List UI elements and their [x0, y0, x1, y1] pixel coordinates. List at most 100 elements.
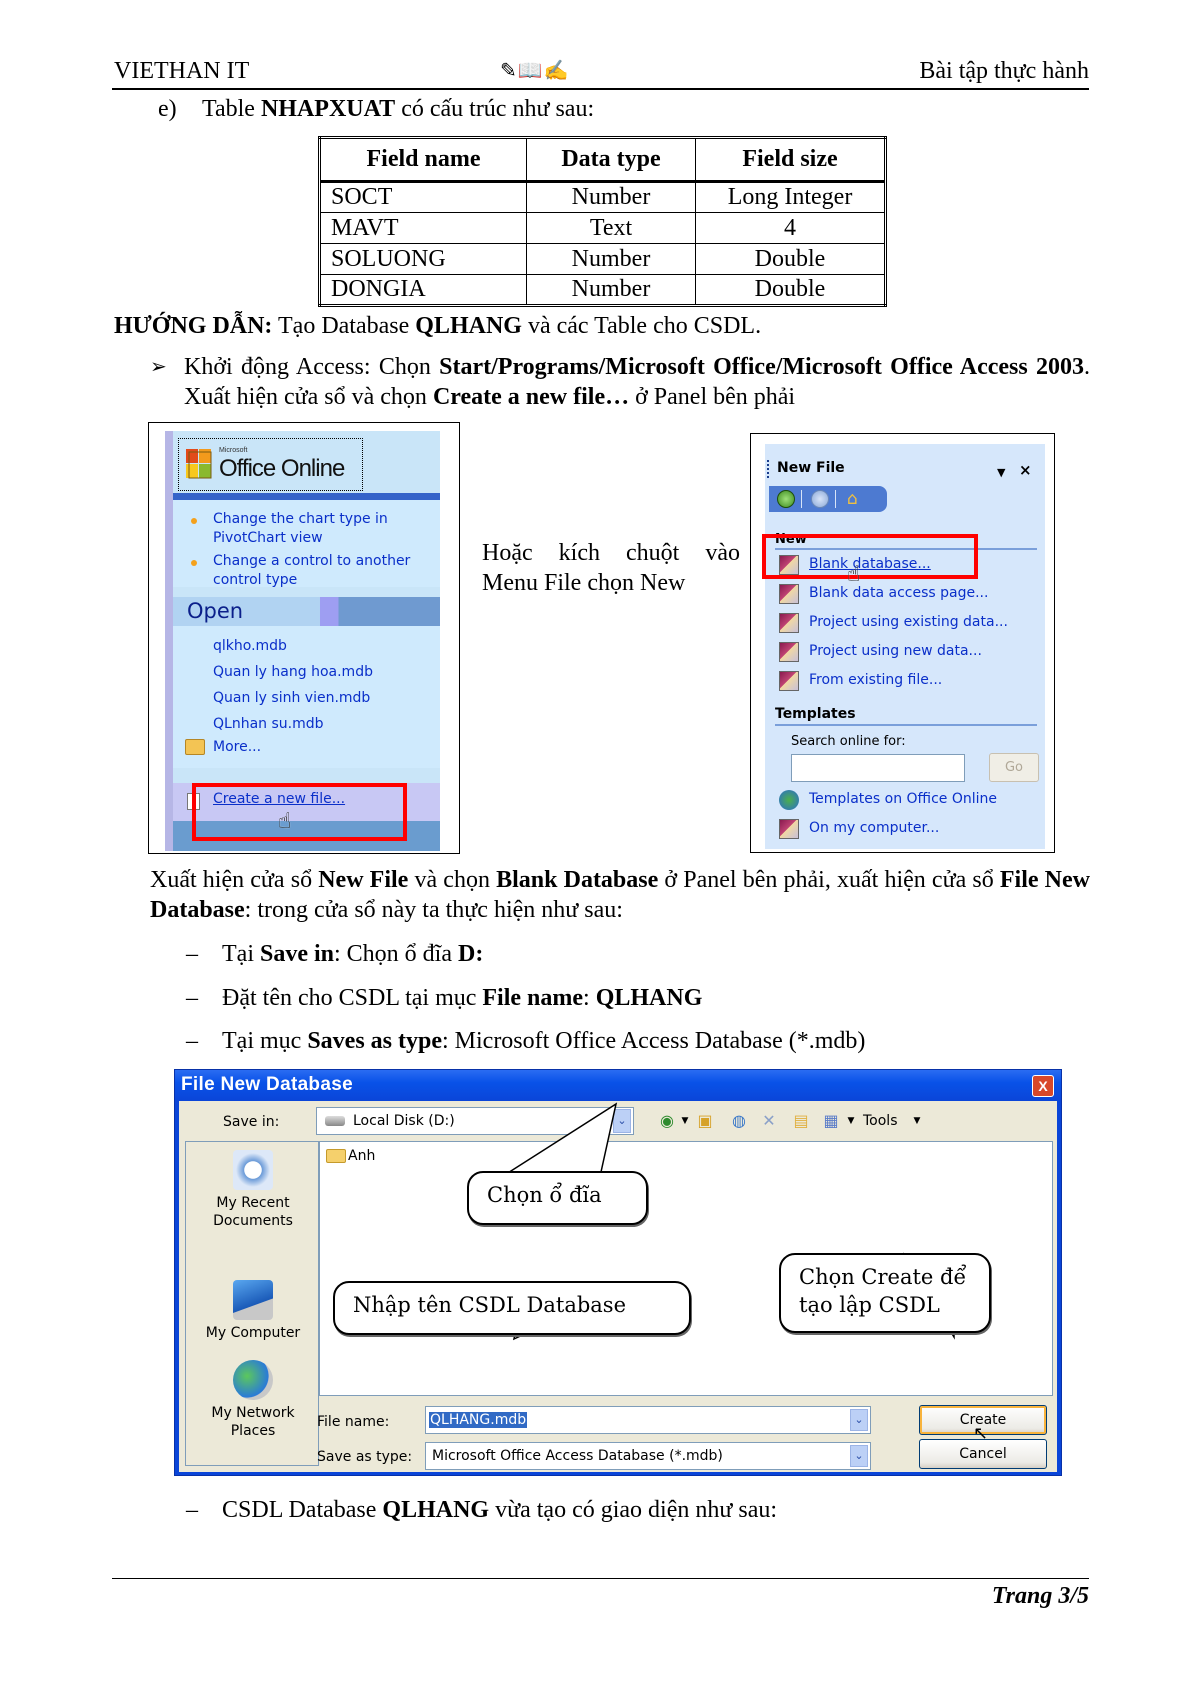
file-name-input[interactable]: QLHANG.mdb ⌄	[425, 1406, 871, 1434]
office-start-panel-screenshot: Microsoft Office Online Change the chart…	[148, 422, 460, 854]
save-as-type-value: Microsoft Office Access Database (*.mdb)	[432, 1448, 723, 1464]
text: Tại	[222, 941, 260, 967]
logo-microsoft: Microsoft	[219, 447, 248, 454]
text: :	[583, 985, 596, 1011]
drive-icon	[325, 1116, 345, 1126]
table-row: MAVT Text 4	[319, 212, 886, 244]
bold-term: QLHANG	[382, 1497, 490, 1523]
recent-file-link[interactable]: qlkho.mdb	[213, 638, 287, 654]
bold-term: D:	[458, 941, 484, 967]
grip-icon[interactable]	[767, 460, 769, 478]
up-folder-icon[interactable]: ▣	[695, 1111, 715, 1131]
text: Tại mục	[222, 1028, 308, 1054]
search-web-icon[interactable]: ◍	[729, 1111, 749, 1131]
task-pane: New File ▼ × ⌂ New Blank database... Bla…	[762, 444, 1045, 849]
office-online-logo[interactable]: Microsoft Office Online	[178, 438, 363, 491]
new-folder-icon[interactable]: ▤	[791, 1111, 811, 1131]
place-my-computer[interactable]: My Computer	[186, 1280, 320, 1342]
office-online-icon	[779, 790, 799, 810]
save-as-type-dropdown[interactable]: Microsoft Office Access Database (*.mdb)…	[425, 1442, 871, 1470]
tip-link[interactable]: control type	[213, 571, 297, 590]
start-path: Start/Programs/Microsoft Office/Microsof…	[439, 354, 1085, 380]
book-pen-icon: ✎📖✍	[500, 60, 570, 82]
back-icon[interactable]	[777, 490, 795, 508]
separator	[835, 490, 836, 508]
cell: Double	[695, 243, 886, 275]
templates-section-label: Templates	[775, 706, 856, 722]
views-icon[interactable]: ▦	[821, 1111, 841, 1131]
open-label: Open	[187, 599, 244, 623]
table-row: SOCT Number Long Integer	[319, 181, 886, 213]
pane-bar	[173, 493, 440, 500]
tip-link[interactable]: Change the chart type in	[213, 510, 388, 529]
dash: –	[186, 1028, 198, 1054]
recent-file-link[interactable]: Quan ly hang hoa.mdb	[213, 664, 373, 680]
place-label: My Computer	[205, 1325, 301, 1341]
text: và các Table cho CSDL.	[521, 313, 762, 339]
hand-cursor-icon: ☝	[278, 809, 292, 834]
save-in-dropdown[interactable]: Local Disk (D:) ⌄	[316, 1107, 634, 1135]
new-item-link[interactable]: Blank data access page...	[809, 585, 988, 601]
templates-online-link[interactable]: Templates on Office Online	[809, 791, 997, 807]
text: ở Panel bên phải, xuất hiện cửa sổ	[658, 867, 1000, 893]
db-name: QLHANG	[415, 313, 522, 339]
logo-text: Office Online	[219, 455, 345, 482]
more-link[interactable]: More...	[213, 739, 261, 755]
file-name-value: QLHANG.mdb	[429, 1412, 528, 1428]
close-button[interactable]: X	[1032, 1075, 1054, 1097]
dropdown-arrow-icon[interactable]: ▼	[907, 1111, 927, 1131]
new-item-link[interactable]: Project using existing data...	[809, 614, 1008, 630]
bold-term: New File	[318, 867, 409, 893]
office-logo-icon	[186, 449, 212, 479]
chevron-down-icon[interactable]: ⌄	[850, 1409, 868, 1431]
dropdown-arrow-icon[interactable]: ▼	[675, 1111, 695, 1131]
delete-icon[interactable]: ✕	[759, 1111, 779, 1131]
bullet-icon	[191, 518, 197, 524]
separator	[801, 490, 802, 508]
dropdown-arrow-icon[interactable]: ▼	[841, 1111, 861, 1131]
hand-cursor-icon: ☝	[847, 562, 861, 587]
new-item-link[interactable]: From existing file...	[809, 672, 942, 688]
access-icon	[779, 584, 799, 604]
access-icon	[779, 642, 799, 662]
arrow-bullet-icon: ➢	[150, 356, 167, 378]
tip-link[interactable]: PivotChart view	[213, 529, 323, 548]
folder-icon	[185, 739, 205, 755]
places-bar: My Recent Documents My Computer My Netwo…	[185, 1141, 319, 1466]
cell: Number	[526, 181, 696, 213]
network-places-icon	[233, 1360, 273, 1400]
close-icon[interactable]: ×	[1019, 461, 1032, 479]
text: Table	[202, 96, 261, 122]
access-icon	[779, 613, 799, 633]
cell: Number	[526, 243, 696, 275]
cell: Text	[526, 212, 696, 244]
recent-file-link[interactable]: QLnhan su.mdb	[213, 716, 324, 732]
new-file-pane-screenshot: New File ▼ × ⌂ New Blank database... Bla…	[750, 433, 1055, 853]
folder-item[interactable]: Anh	[326, 1148, 375, 1164]
column-header: Field size	[695, 137, 886, 183]
chevron-down-icon[interactable]: ⌄	[850, 1445, 868, 1467]
pane-menu-icon[interactable]: ▼	[997, 466, 1005, 479]
tools-menu[interactable]: Tools	[863, 1113, 898, 1129]
forward-icon[interactable]	[811, 490, 829, 508]
place-my-network-places[interactable]: My Network Places	[186, 1360, 320, 1440]
back-icon[interactable]: ◉	[657, 1111, 677, 1131]
bold-term: Saves as type	[307, 1028, 442, 1054]
new-item-link[interactable]: Project using new data...	[809, 643, 982, 659]
action: Create a new file…	[432, 384, 630, 410]
save-in-label: Save in:	[223, 1114, 280, 1130]
place-my-recent-documents[interactable]: My Recent Documents	[186, 1150, 320, 1230]
chevron-down-icon[interactable]: ⌄	[613, 1109, 631, 1133]
arrow-cursor-icon: ↖	[973, 1423, 989, 1444]
search-online-input[interactable]	[791, 754, 965, 782]
open-section-header: Open	[173, 597, 440, 626]
bold-term: QLHANG	[595, 985, 703, 1011]
text: ở Panel bên phải	[629, 384, 796, 410]
dialog-titlebar[interactable]: File New Database X	[175, 1070, 1061, 1101]
go-button[interactable]: Go	[989, 753, 1039, 782]
home-icon[interactable]: ⌂	[847, 489, 858, 509]
tip-link[interactable]: Change a control to another	[213, 552, 410, 571]
recent-file-link[interactable]: Quan ly sinh vien.mdb	[213, 690, 370, 706]
on-my-computer-link[interactable]: On my computer...	[809, 820, 939, 836]
pane-navigation: ⌂	[769, 486, 887, 512]
